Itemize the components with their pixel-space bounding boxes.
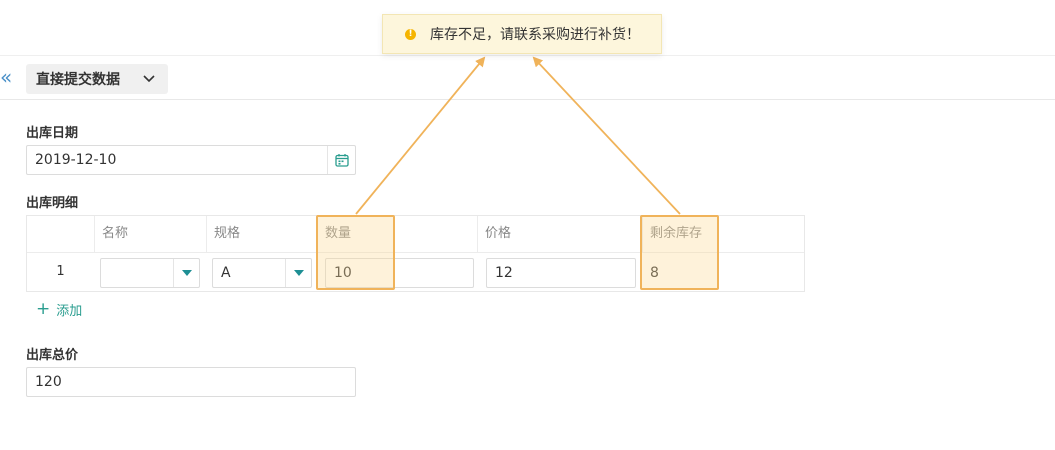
column-header-price: 价格 (485, 226, 512, 241)
caret-down-icon (293, 270, 304, 276)
column-header-name: 名称 (102, 226, 129, 241)
total-input[interactable]: 120 (26, 367, 356, 397)
quantity-highlight (316, 215, 395, 290)
add-row-button[interactable]: + 添加 (36, 299, 83, 320)
warning-toast: ! 库存不足，请联系采购进行补货！ (382, 14, 662, 54)
top-bar: « 直接提交数据 (0, 55, 1055, 100)
spec-select[interactable]: A (212, 258, 312, 288)
add-row-label: 添加 (56, 304, 83, 319)
submit-mode-select[interactable]: 直接提交数据 (26, 64, 168, 94)
price-input[interactable]: 12 (486, 258, 636, 288)
total-label: 出库总价 (26, 348, 79, 363)
column-header-spec: 规格 (214, 226, 241, 241)
spec-dropdown-button[interactable] (285, 259, 311, 287)
date-input[interactable]: 2019-12-10 (26, 145, 356, 175)
row-index: 1 (56, 264, 65, 279)
calendar-icon (334, 154, 349, 167)
detail-label: 出库明细 (26, 196, 79, 211)
toast-message: 库存不足，请联系采购进行补货！ (430, 27, 640, 43)
plus-icon: + (36, 299, 51, 319)
chevron-down-icon (143, 75, 155, 83)
spec-value: A (221, 265, 231, 281)
name-select[interactable] (100, 258, 200, 288)
date-value: 2019-12-10 (35, 152, 117, 168)
submit-mode-label: 直接提交数据 (36, 72, 120, 88)
price-value: 12 (495, 265, 513, 281)
remaining-highlight (640, 215, 719, 290)
warning-icon: ! (405, 28, 416, 40)
name-dropdown-button[interactable] (173, 259, 199, 287)
caret-down-icon (181, 270, 192, 276)
double-chevron-left-icon[interactable]: « (0, 65, 16, 89)
calendar-button[interactable] (327, 146, 355, 174)
date-label: 出库日期 (26, 126, 79, 141)
total-value: 120 (35, 374, 62, 390)
